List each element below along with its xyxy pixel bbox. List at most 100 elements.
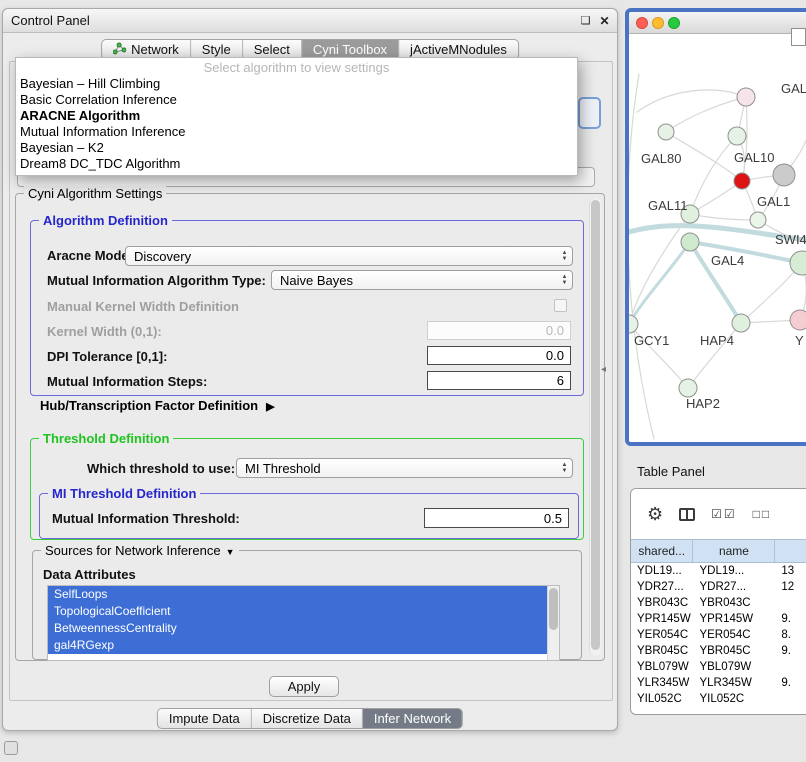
table-row[interactable]: YBR043CYBR043C	[631, 595, 806, 611]
network-canvas[interactable]: GALGAL80GAL10GAL11GAL1SWI4GAL4GCY1HAP4YH…	[629, 34, 806, 442]
attribute-item-selfloops[interactable]: SelfLoops	[48, 586, 547, 603]
control-panel-titlebar[interactable]: Control Panel	[3, 9, 617, 33]
table-row[interactable]: YPR145WYPR145W9.	[631, 611, 806, 627]
table-cell: 13	[775, 565, 806, 577]
mi-steps-field[interactable]: 6	[427, 371, 571, 390]
table-cell: YBL079W	[693, 661, 775, 673]
window-title: Control Panel	[11, 13, 90, 28]
network-view-window: GALGAL80GAL10GAL11GAL1SWI4GAL4GCY1HAP4YH…	[625, 8, 806, 446]
bottom-tab-discretize-data[interactable]: Discretize Data	[252, 709, 363, 728]
table-cell: YER054C	[631, 629, 693, 641]
network-node-gal10[interactable]	[734, 173, 750, 189]
data-attributes-label: Data Attributes	[43, 567, 136, 582]
collapse-arrow-icon	[226, 543, 235, 558]
network-edge[interactable]	[690, 136, 737, 214]
select-all-icon[interactable]: ☑☑	[711, 507, 737, 521]
dpi-tolerance-field[interactable]: 0.0	[427, 346, 571, 365]
minimized-panel-icon[interactable]	[4, 741, 18, 755]
network-node[interactable]	[737, 88, 755, 106]
panel-resize-icon[interactable]	[601, 364, 606, 375]
network-window-titlebar[interactable]	[629, 12, 806, 34]
sources-group-title[interactable]: Sources for Network Inference	[41, 543, 239, 558]
mi-threshold-group: MI Threshold Definition Mutual Informati…	[39, 493, 579, 539]
network-edge[interactable]	[629, 74, 654, 439]
table-cell: YBL079W	[631, 661, 693, 673]
hub-definition-expander[interactable]: Hub/Transcription Factor Definition	[40, 398, 275, 413]
column-header-extra[interactable]	[775, 540, 806, 562]
data-attributes-listbox[interactable]: SelfLoopsTopologicalCoefficientBetweenne…	[47, 585, 560, 661]
minimize-traffic-icon[interactable]	[652, 17, 664, 29]
network-node-swi4[interactable]	[790, 251, 806, 275]
algorithm-option-bayesian-hill-climbing[interactable]: Bayesian – Hill Climbing	[16, 76, 577, 92]
tab-label: Select	[254, 42, 290, 57]
zoom-traffic-icon[interactable]	[668, 17, 680, 29]
algorithm-option-mutual-information-inference[interactable]: Mutual Information Inference	[16, 124, 577, 140]
table-row[interactable]: YDR27...YDR27...12	[631, 579, 806, 595]
table-row[interactable]: YER054CYER054C8.	[631, 627, 806, 643]
network-graph[interactable]: GALGAL80GAL10GAL11GAL1SWI4GAL4GCY1HAP4YH…	[629, 34, 806, 442]
gear-icon[interactable]: ⚙	[647, 504, 663, 525]
network-label-y: Y	[795, 333, 804, 348]
mi-threshold-field[interactable]: 0.5	[424, 508, 569, 528]
network-node-gal1[interactable]	[750, 212, 766, 228]
algorithm-option-bayesian-k2[interactable]: Bayesian – K2	[16, 140, 577, 156]
kernel-width-field[interactable]: 0.0	[427, 321, 571, 340]
settings-group-title: Cyni Algorithm Settings	[24, 186, 166, 201]
table-row[interactable]: YBL079WYBL079W	[631, 659, 806, 675]
algorithm-option-aracne-algorithm[interactable]: ARACNE Algorithm	[16, 108, 577, 124]
algorithm-popup-list: Bayesian – Hill ClimbingBasic Correlatio…	[16, 76, 577, 172]
attribute-item-topologicalcoefficient[interactable]: TopologicalCoefficient	[48, 603, 547, 620]
network-node[interactable]	[773, 164, 795, 186]
apply-button[interactable]: Apply	[269, 676, 339, 697]
settings-scrollbar[interactable]	[589, 198, 601, 656]
mi-steps-label: Mutual Information Steps:	[47, 374, 207, 389]
hub-definition-label: Hub/Transcription Factor Definition	[40, 398, 258, 413]
table-row[interactable]: YLR345WYLR345W9.	[631, 675, 806, 691]
apply-button-label: Apply	[288, 679, 321, 694]
network-node[interactable]	[790, 310, 806, 330]
network-edge[interactable]	[666, 97, 746, 132]
threshold-definition-title: Threshold Definition	[39, 431, 173, 446]
help-button-partial[interactable]	[578, 97, 601, 129]
attribute-item-gal4rgexp[interactable]: gal4RGexp	[48, 637, 547, 654]
network-edge[interactable]	[637, 90, 746, 112]
mi-type-select[interactable]: Naive Bayes	[271, 270, 573, 290]
attributes-scrollbar[interactable]	[547, 586, 559, 660]
bottom-tab-infer-network[interactable]: Infer Network	[363, 709, 462, 728]
attributes-scrollbar-thumb[interactable]	[549, 588, 558, 630]
table-row[interactable]: YDL19...YDL19...13	[631, 563, 806, 579]
aracne-mode-select[interactable]: Discovery	[125, 246, 573, 266]
network-node-hap2[interactable]	[679, 379, 697, 397]
network-edge[interactable]	[690, 214, 758, 220]
manual-kernel-checkbox[interactable]	[554, 299, 567, 312]
which-threshold-select[interactable]: MI Threshold	[236, 458, 573, 478]
deselect-all-icon[interactable]: □□	[753, 507, 772, 521]
table-cell: YIL052C	[631, 693, 693, 705]
table-row[interactable]: YIL052CYIL052C	[631, 691, 806, 707]
overlay-control-partial[interactable]	[791, 28, 806, 46]
attribute-item-betweennesscentrality[interactable]: BetweennessCentrality	[48, 620, 547, 637]
manual-kernel-label: Manual Kernel Width Definition	[47, 299, 239, 314]
float-window-icon[interactable]	[578, 13, 593, 28]
settings-scrollbar-thumb[interactable]	[591, 200, 600, 650]
close-traffic-icon[interactable]	[636, 17, 648, 29]
algorithm-option-dream8-dc-tdc-algorithm[interactable]: Dream8 DC_TDC Algorithm	[16, 156, 577, 172]
column-header-name[interactable]: name	[693, 540, 775, 562]
columns-icon[interactable]	[679, 508, 695, 521]
network-node[interactable]	[728, 127, 746, 145]
close-window-icon[interactable]	[597, 13, 612, 28]
network-node-gcy1[interactable]	[629, 315, 638, 333]
network-node-gal80[interactable]	[658, 124, 674, 140]
network-edge[interactable]	[629, 242, 690, 324]
algorithm-popup-placeholder: Select algorithm to view settings	[16, 60, 577, 76]
aracne-mode-label: Aracne Mode:	[47, 248, 133, 263]
network-node-gal4[interactable]	[681, 233, 699, 251]
bottom-tab-impute-data[interactable]: Impute Data	[158, 709, 252, 728]
column-header-shared[interactable]: shared...	[631, 540, 693, 562]
network-label-hap2: HAP2	[686, 396, 720, 411]
network-node-hap4[interactable]	[732, 314, 750, 332]
algorithm-option-basic-correlation-inference[interactable]: Basic Correlation Inference	[16, 92, 577, 108]
table-row[interactable]: YBR045CYBR045C9.	[631, 643, 806, 659]
table-cell: YBR043C	[631, 597, 693, 609]
mi-threshold-value: 0.5	[544, 511, 562, 526]
